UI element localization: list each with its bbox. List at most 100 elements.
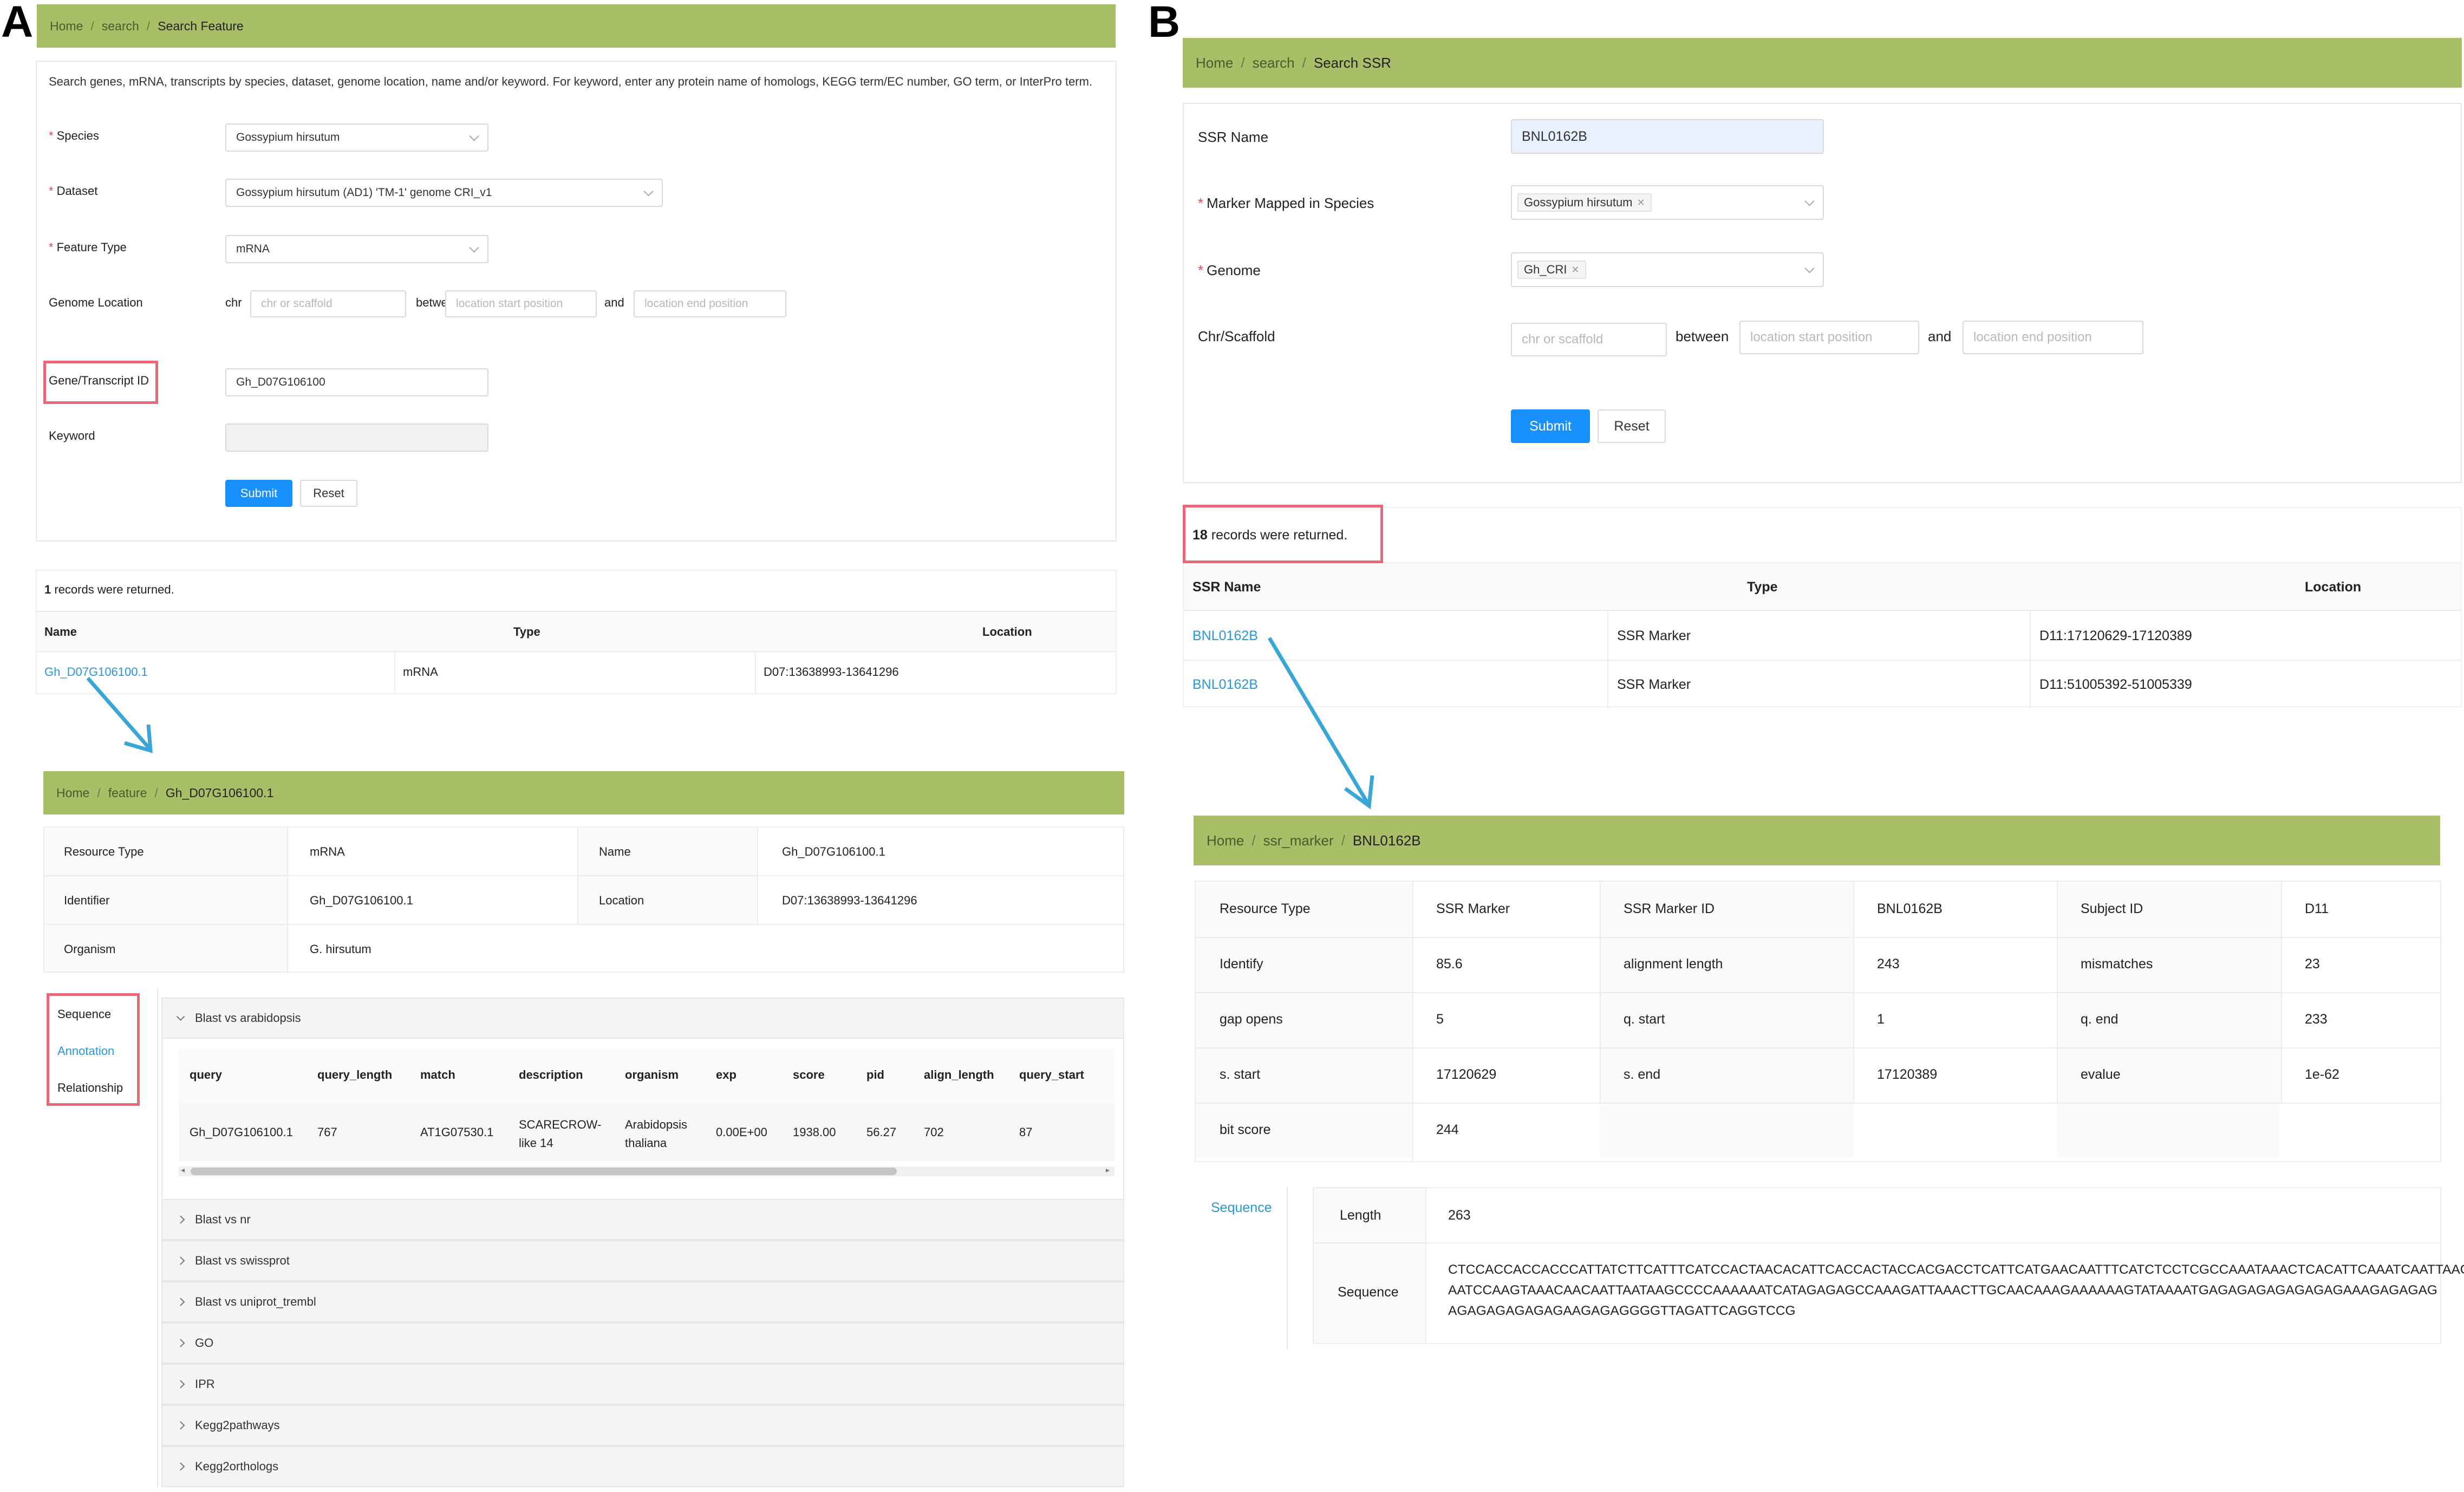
section-kegg2pathways[interactable]: Kegg2pathways [161, 1405, 1124, 1446]
horizontal-scrollbar[interactable]: ◂ ▸ [179, 1165, 1114, 1176]
genome-location-label: Genome Location [49, 296, 143, 309]
marker-field-value: 5 [1436, 1012, 1444, 1027]
marker-field-label: alignment length [1624, 956, 1723, 972]
chevron-down-icon [469, 131, 479, 141]
section-go[interactable]: GO [161, 1322, 1124, 1364]
sequence-label: Sequence [1338, 1285, 1399, 1300]
section-blast-arabidopsis[interactable]: Blast vs arabidopsis [161, 998, 1124, 1039]
breadcrumb-home[interactable]: Home [50, 19, 83, 34]
column-header-location: Location [2305, 579, 2362, 595]
location-start-input[interactable]: location start position [1739, 321, 1919, 354]
resource-type-label: Resource Type [64, 845, 144, 858]
breadcrumb-home[interactable]: Home [1207, 832, 1244, 849]
submit-button[interactable]: Submit [225, 480, 292, 507]
table-header [37, 611, 1116, 652]
keyword-input[interactable] [225, 424, 488, 452]
column-header-type: Type [513, 625, 540, 639]
identifier-value: Gh_D07G106100.1 [310, 894, 413, 907]
species-select[interactable]: Gossypium hirsutum [225, 123, 488, 152]
blast-col-pid: pid [866, 1068, 884, 1081]
result-name-link[interactable]: BNL0162B [1192, 677, 1258, 693]
blast-exp: 0.00E+00 [716, 1125, 767, 1139]
blast-query: Gh_D07G106100.1 [190, 1125, 293, 1139]
marker-field-label: s. end [1624, 1067, 1661, 1082]
marker-field-value: SSR Marker [1436, 901, 1510, 916]
chevron-down-icon [1804, 263, 1815, 273]
blast-col-match: match [420, 1068, 455, 1081]
marker-field-value: 1e-62 [2305, 1067, 2339, 1082]
chr-input[interactable]: chr or scaffold [250, 290, 406, 317]
chevron-down-icon [1804, 196, 1815, 206]
between-label: between [1676, 328, 1729, 344]
marker-field-value: 85.6 [1436, 956, 1463, 972]
close-icon[interactable]: ✕ [1571, 264, 1579, 276]
keyword-label: Keyword [49, 429, 95, 442]
close-icon[interactable]: ✕ [1637, 197, 1645, 209]
feature-type-select[interactable]: mRNA [225, 235, 488, 263]
species-tag: Gossypium hirsutum ✕ [1517, 193, 1652, 212]
breadcrumb: Home / feature / Gh_D07G106100.1 [43, 771, 1124, 815]
marker-field-value: 233 [2305, 1012, 2328, 1027]
and-label: and [1928, 328, 1952, 344]
genome-select[interactable]: Gh_CRI ✕ [1511, 252, 1824, 287]
submit-button[interactable]: Submit [1511, 409, 1590, 443]
breadcrumb: Home / ssr_marker / BNL0162B [1194, 816, 2440, 865]
tab-sequence[interactable]: Sequence [1211, 1200, 1272, 1216]
length-label: Length [1340, 1208, 1381, 1223]
panel-b-letter: B [1148, 0, 1181, 47]
result-location: D11:51005392-51005339 [2039, 677, 2192, 692]
ssr-name-input[interactable]: BNL0162B [1511, 119, 1824, 154]
marker-field-label: Subject ID [2081, 901, 2143, 916]
highlight-box [43, 361, 158, 404]
breadcrumb-current: BNL0162B [1352, 832, 1421, 849]
marker-info-table: Resource Type SSR Marker SSR Marker ID BNL0… [1195, 881, 2441, 1162]
breadcrumb-home[interactable]: Home [56, 786, 89, 800]
breadcrumb-search[interactable]: search [1253, 55, 1295, 71]
dataset-select[interactable]: Gossypium hirsutum (AD1) 'TM-1' genome C… [225, 179, 663, 207]
sequence-value: CTCCACCACCACCCATTATCTTCATTTCATCCACTAACAC… [1448, 1262, 2464, 1318]
blast-align-length: 702 [924, 1125, 944, 1139]
breadcrumb-current: Gh_D07G106100.1 [165, 785, 274, 800]
section-blast-nr[interactable]: Blast vs nr [161, 1199, 1124, 1240]
breadcrumb-feature[interactable]: feature [108, 786, 147, 800]
blast-query-start: 87 [1019, 1125, 1033, 1139]
location-end-input[interactable]: location end position [1963, 321, 2143, 354]
result-name-link[interactable]: BNL0162B [1192, 628, 1258, 644]
blast-organism: Arabidopsis thaliana [625, 1118, 687, 1150]
location-start-input[interactable]: location start position [445, 290, 597, 317]
table-header [1184, 562, 2461, 611]
blast-score: 1938.00 [793, 1125, 836, 1139]
marker-field-label: s. start [1220, 1067, 1261, 1082]
section-blast-uniprot-trembl[interactable]: Blast vs uniprot_trembl [161, 1281, 1124, 1322]
section-kegg2orthologs[interactable]: Kegg2orthologs [161, 1446, 1124, 1487]
result-location: D11:17120629-17120389 [2039, 628, 2192, 643]
column-header-name: Name [44, 625, 77, 639]
blast-col-query: query [190, 1068, 222, 1081]
chr-input[interactable]: chr or scaffold [1511, 323, 1667, 356]
section-blast-swissprot[interactable]: Blast vs swissprot [161, 1240, 1124, 1281]
reset-button[interactable]: Reset [300, 480, 357, 507]
gene-id-input[interactable]: Gh_D07G106100 [225, 368, 488, 396]
breadcrumb-home[interactable]: Home [1196, 55, 1233, 71]
marker-field-label: SSR Marker ID [1624, 901, 1715, 916]
breadcrumb-current: Search Feature [158, 18, 244, 33]
section-ipr[interactable]: IPR [161, 1364, 1124, 1405]
location-end-input[interactable]: location end position [634, 290, 786, 317]
result-location: D07:13638993-13641296 [764, 665, 899, 679]
chevron-right-icon [176, 1339, 185, 1347]
reset-button[interactable]: Reset [1598, 409, 1666, 443]
dataset-label: * Dataset [49, 184, 98, 198]
marker-field-value: 17120629 [1436, 1067, 1497, 1082]
species-label: * Marker Mapped in Species [1198, 195, 1374, 211]
breadcrumb: Home / search / Search Feature [37, 4, 1116, 48]
highlight-box [1183, 505, 1383, 563]
column-header-location: Location [982, 625, 1032, 639]
breadcrumb-ssr-marker[interactable]: ssr_marker [1263, 832, 1334, 849]
species-select[interactable]: Gossypium hirsutum ✕ [1511, 185, 1824, 220]
scrollbar-thumb[interactable] [191, 1168, 897, 1175]
highlight-box [47, 993, 140, 1106]
blast-col-query-length: query_length [317, 1068, 393, 1081]
identifier-label: Identifier [64, 894, 110, 907]
marker-field-label: bit score [1220, 1122, 1271, 1137]
breadcrumb-search[interactable]: search [102, 19, 139, 34]
